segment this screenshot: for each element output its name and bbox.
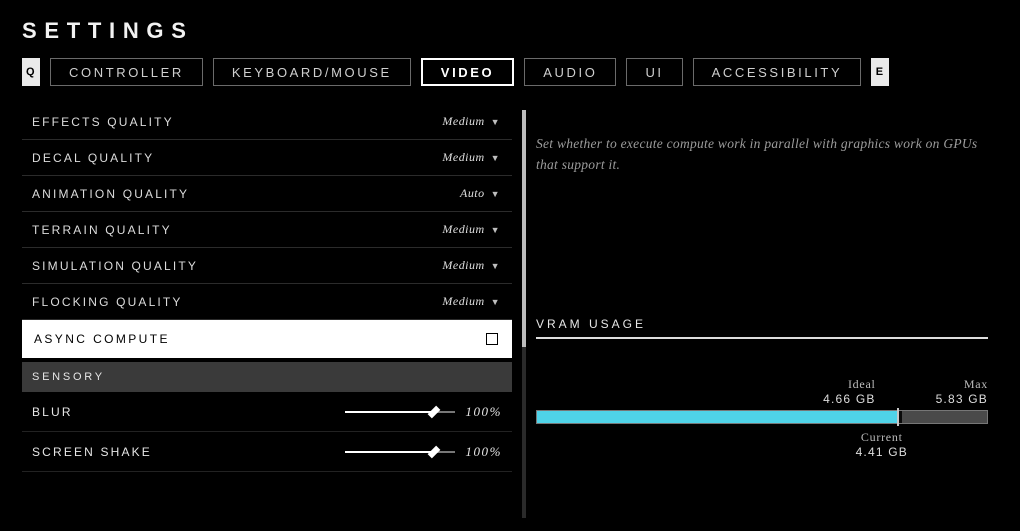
vram-usage-block: VRAM USAGE Ideal 4.66 GB Max 5.83 GB Cur xyxy=(536,316,988,459)
setting-animation-quality[interactable]: ANIMATION QUALITY Auto▼ xyxy=(22,176,512,212)
tab-ui[interactable]: UI xyxy=(626,58,682,86)
setting-simulation-quality[interactable]: SIMULATION QUALITY Medium▼ xyxy=(22,248,512,284)
vram-ideal: Ideal 4.66 GB xyxy=(823,377,875,406)
scrollbar-thumb[interactable] xyxy=(522,110,526,347)
tab-keyboard-mouse[interactable]: KEYBOARD/MOUSE xyxy=(213,58,411,86)
slider-knob[interactable] xyxy=(428,405,441,418)
vram-bar xyxy=(536,410,988,424)
vram-tick-ideal xyxy=(897,408,899,426)
setting-label: FLOCKING QUALITY xyxy=(32,295,183,309)
vram-max: Max 5.83 GB xyxy=(936,377,988,406)
slider-track[interactable] xyxy=(345,451,455,453)
chevron-down-icon: ▼ xyxy=(491,297,500,307)
tab-controller[interactable]: CONTROLLER xyxy=(50,58,203,86)
slider-value: 100% xyxy=(465,444,502,460)
setting-flocking-quality[interactable]: FLOCKING QUALITY Medium▼ xyxy=(22,284,512,320)
setting-value: Medium▼ xyxy=(442,258,500,273)
bumper-left[interactable]: Q xyxy=(22,58,40,86)
setting-async-compute[interactable]: ASYNC COMPUTE xyxy=(22,320,512,358)
section-header-sensory: SENSORY xyxy=(22,362,512,392)
bumper-right[interactable]: E xyxy=(871,58,889,86)
vram-current: Current 4.41 GB xyxy=(856,430,908,459)
setting-value: Auto▼ xyxy=(460,186,500,201)
setting-label: EFFECTS QUALITY xyxy=(32,115,174,129)
setting-label: ANIMATION QUALITY xyxy=(32,187,189,201)
settings-list: EFFECTS QUALITY Medium▼ DECAL QUALITY Me… xyxy=(22,104,512,524)
setting-value: Medium▼ xyxy=(442,150,500,165)
setting-label: SCREEN SHAKE xyxy=(32,445,152,459)
setting-label: ASYNC COMPUTE xyxy=(34,332,170,346)
slider-value: 100% xyxy=(465,404,502,420)
setting-terrain-quality[interactable]: TERRAIN QUALITY Medium▼ xyxy=(22,212,512,248)
page-title: SETTINGS xyxy=(22,18,998,44)
chevron-down-icon: ▼ xyxy=(491,225,500,235)
setting-screen-shake[interactable]: SCREEN SHAKE 100% xyxy=(22,432,512,472)
setting-blur[interactable]: BLUR 100% xyxy=(22,392,512,432)
setting-label: TERRAIN QUALITY xyxy=(32,223,172,237)
checkbox-icon[interactable] xyxy=(486,333,498,345)
setting-value: Medium▼ xyxy=(442,222,500,237)
tab-accessibility[interactable]: ACCESSIBILITY xyxy=(693,58,862,86)
tab-video[interactable]: VIDEO xyxy=(421,58,514,86)
vram-title: VRAM USAGE xyxy=(536,317,988,339)
setting-label: BLUR xyxy=(32,405,73,419)
slider-track[interactable] xyxy=(345,411,455,413)
setting-description: Set whether to execute compute work in p… xyxy=(536,134,988,176)
setting-label: DECAL QUALITY xyxy=(32,151,154,165)
setting-value: Medium▼ xyxy=(442,114,500,129)
setting-decal-quality[interactable]: DECAL QUALITY Medium▼ xyxy=(22,140,512,176)
setting-label: SIMULATION QUALITY xyxy=(32,259,198,273)
slider-knob[interactable] xyxy=(428,445,441,458)
chevron-down-icon: ▼ xyxy=(491,153,500,163)
tab-audio[interactable]: AUDIO xyxy=(524,58,616,86)
chevron-down-icon: ▼ xyxy=(491,189,500,199)
tab-bar: Q CONTROLLER KEYBOARD/MOUSE VIDEO AUDIO … xyxy=(22,58,998,86)
chevron-down-icon: ▼ xyxy=(491,117,500,127)
setting-value: Medium▼ xyxy=(442,294,500,309)
detail-panel: Set whether to execute compute work in p… xyxy=(536,104,998,524)
setting-effects-quality[interactable]: EFFECTS QUALITY Medium▼ xyxy=(22,104,512,140)
chevron-down-icon: ▼ xyxy=(491,261,500,271)
scrollbar[interactable] xyxy=(522,110,526,518)
